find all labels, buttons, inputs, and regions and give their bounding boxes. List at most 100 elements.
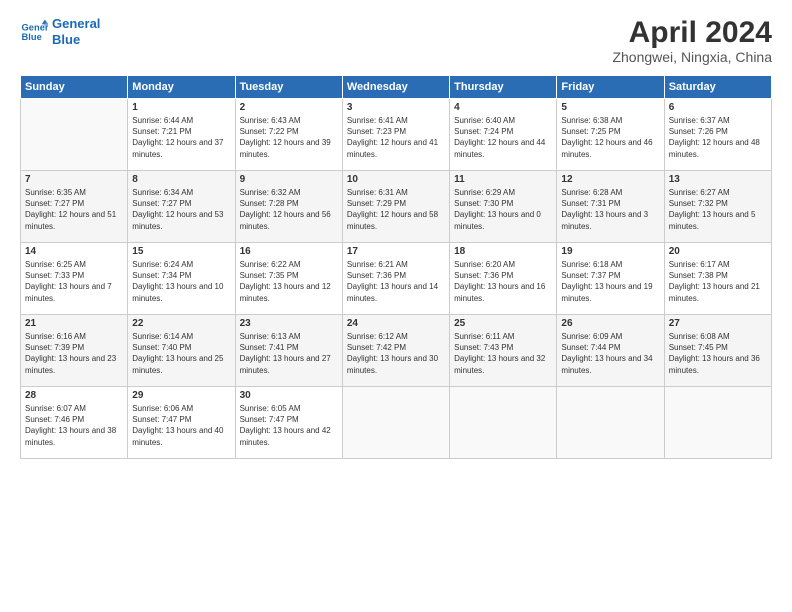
column-header-thursday: Thursday [450, 76, 557, 99]
day-cell: 9 Sunrise: 6:32 AMSunset: 7:28 PMDaylight… [235, 171, 342, 243]
day-number: 8 [132, 174, 230, 185]
day-cell: 7Sunrise: 6:35 AMSunset: 7:27 PMDaylight… [21, 171, 128, 243]
day-number: 11 [454, 174, 552, 185]
day-cell [664, 387, 771, 459]
day-info: Sunrise: 6:08 AMSunset: 7:45 PMDaylight:… [669, 331, 767, 376]
day-number: 28 [25, 390, 123, 401]
day-cell: 13 Sunrise: 6:27 AMSunset: 7:32 PMDayligh… [664, 171, 771, 243]
column-header-friday: Friday [557, 76, 664, 99]
day-info: Sunrise: 6:05 AMSunset: 7:47 PMDaylight:… [240, 403, 338, 448]
day-cell: 17 Sunrise: 6:21 AMSunset: 7:36 PMDayligh… [342, 243, 449, 315]
day-number: 13 [669, 174, 767, 185]
day-cell: 8 Sunrise: 6:34 AMSunset: 7:27 PMDaylight… [128, 171, 235, 243]
day-number: 6 [669, 102, 767, 113]
day-cell [450, 387, 557, 459]
week-row-5: 28 Sunrise: 6:07 AMSunset: 7:46 PMDayligh… [21, 387, 772, 459]
day-number: 5 [561, 102, 659, 113]
calendar-table: SundayMondayTuesdayWednesdayThursdayFrid… [20, 75, 772, 459]
day-number: 19 [561, 246, 659, 257]
day-info: Sunrise: 6:27 AMSunset: 7:32 PMDaylight:… [669, 187, 767, 232]
day-cell: 18 Sunrise: 6:20 AMSunset: 7:36 PMDayligh… [450, 243, 557, 315]
day-cell: 28 Sunrise: 6:07 AMSunset: 7:46 PMDayligh… [21, 387, 128, 459]
day-cell: 4 Sunrise: 6:40 AMSunset: 7:24 PMDaylight… [450, 99, 557, 171]
day-cell: 30 Sunrise: 6:05 AMSunset: 7:47 PMDayligh… [235, 387, 342, 459]
day-info: Sunrise: 6:38 AMSunset: 7:25 PMDaylight:… [561, 115, 659, 160]
day-info: Sunrise: 6:14 AMSunset: 7:40 PMDaylight:… [132, 331, 230, 376]
day-number: 22 [132, 318, 230, 329]
day-number: 12 [561, 174, 659, 185]
day-cell: 5 Sunrise: 6:38 AMSunset: 7:25 PMDaylight… [557, 99, 664, 171]
logo: General Blue GeneralBlue [20, 16, 100, 47]
day-info: Sunrise: 6:17 AMSunset: 7:38 PMDaylight:… [669, 259, 767, 304]
day-info: Sunrise: 6:16 AMSunset: 7:39 PMDaylight:… [25, 331, 123, 376]
title-block: April 2024 Zhongwei, Ningxia, China [612, 16, 772, 65]
day-number: 3 [347, 102, 445, 113]
day-cell: 11 Sunrise: 6:29 AMSunset: 7:30 PMDayligh… [450, 171, 557, 243]
day-cell: 25Sunrise: 6:11 AMSunset: 7:43 PMDayligh… [450, 315, 557, 387]
day-cell: 19 Sunrise: 6:18 AMSunset: 7:37 PMDayligh… [557, 243, 664, 315]
day-info: Sunrise: 6:31 AMSunset: 7:29 PMDaylight:… [347, 187, 445, 232]
subtitle: Zhongwei, Ningxia, China [612, 49, 772, 65]
day-cell: 6 Sunrise: 6:37 AMSunset: 7:26 PMDaylight… [664, 99, 771, 171]
page-header: General Blue GeneralBlue April 2024 Zhon… [20, 16, 772, 65]
day-number: 21 [25, 318, 123, 329]
day-cell: 20 Sunrise: 6:17 AMSunset: 7:38 PMDayligh… [664, 243, 771, 315]
day-number: 4 [454, 102, 552, 113]
day-info: Sunrise: 6:24 AMSunset: 7:34 PMDaylight:… [132, 259, 230, 304]
day-number: 18 [454, 246, 552, 257]
day-number: 26 [561, 318, 659, 329]
svg-text:Blue: Blue [22, 31, 42, 41]
day-cell: 26Sunrise: 6:09 AMSunset: 7:44 PMDayligh… [557, 315, 664, 387]
day-cell: 29Sunrise: 6:06 AMSunset: 7:47 PMDayligh… [128, 387, 235, 459]
day-info: Sunrise: 6:07 AMSunset: 7:46 PMDaylight:… [25, 403, 123, 448]
day-number: 7 [25, 174, 123, 185]
day-number: 23 [240, 318, 338, 329]
day-info: Sunrise: 6:34 AMSunset: 7:27 PMDaylight:… [132, 187, 230, 232]
day-number: 27 [669, 318, 767, 329]
day-cell: 2Sunrise: 6:43 AMSunset: 7:22 PMDaylight… [235, 99, 342, 171]
day-info: Sunrise: 6:32 AMSunset: 7:28 PMDaylight:… [240, 187, 338, 232]
day-cell: 21 Sunrise: 6:16 AMSunset: 7:39 PMDayligh… [21, 315, 128, 387]
day-number: 1 [132, 102, 230, 113]
day-info: Sunrise: 6:20 AMSunset: 7:36 PMDaylight:… [454, 259, 552, 304]
day-info: Sunrise: 6:44 AMSunset: 7:21 PMDaylight:… [132, 115, 230, 160]
day-info: Sunrise: 6:11 AMSunset: 7:43 PMDaylight:… [454, 331, 552, 376]
day-cell [557, 387, 664, 459]
day-cell: 14 Sunrise: 6:25 AMSunset: 7:33 PMDayligh… [21, 243, 128, 315]
day-cell: 24Sunrise: 6:12 AMSunset: 7:42 PMDayligh… [342, 315, 449, 387]
day-cell: 16Sunrise: 6:22 AMSunset: 7:35 PMDayligh… [235, 243, 342, 315]
day-cell [342, 387, 449, 459]
day-info: Sunrise: 6:21 AMSunset: 7:36 PMDaylight:… [347, 259, 445, 304]
day-info: Sunrise: 6:40 AMSunset: 7:24 PMDaylight:… [454, 115, 552, 160]
week-row-1: 1 Sunrise: 6:44 AMSunset: 7:21 PMDaylight… [21, 99, 772, 171]
day-number: 15 [132, 246, 230, 257]
column-header-tuesday: Tuesday [235, 76, 342, 99]
main-title: April 2024 [612, 16, 772, 49]
day-info: Sunrise: 6:18 AMSunset: 7:37 PMDaylight:… [561, 259, 659, 304]
day-number: 29 [132, 390, 230, 401]
day-cell: 3 Sunrise: 6:41 AMSunset: 7:23 PMDaylight… [342, 99, 449, 171]
day-number: 20 [669, 246, 767, 257]
day-info: Sunrise: 6:22 AMSunset: 7:35 PMDaylight:… [240, 259, 338, 304]
day-info: Sunrise: 6:37 AMSunset: 7:26 PMDaylight:… [669, 115, 767, 160]
day-cell [21, 99, 128, 171]
day-info: Sunrise: 6:25 AMSunset: 7:33 PMDaylight:… [25, 259, 123, 304]
day-cell: 10Sunrise: 6:31 AMSunset: 7:29 PMDayligh… [342, 171, 449, 243]
column-header-wednesday: Wednesday [342, 76, 449, 99]
column-header-sunday: Sunday [21, 76, 128, 99]
day-number: 30 [240, 390, 338, 401]
day-number: 14 [25, 246, 123, 257]
day-info: Sunrise: 6:13 AMSunset: 7:41 PMDaylight:… [240, 331, 338, 376]
calendar-page: General Blue GeneralBlue April 2024 Zhon… [0, 0, 792, 612]
day-info: Sunrise: 6:12 AMSunset: 7:42 PMDaylight:… [347, 331, 445, 376]
day-info: Sunrise: 6:41 AMSunset: 7:23 PMDaylight:… [347, 115, 445, 160]
day-cell: 22 Sunrise: 6:14 AMSunset: 7:40 PMDayligh… [128, 315, 235, 387]
day-cell: 23 Sunrise: 6:13 AMSunset: 7:41 PMDayligh… [235, 315, 342, 387]
day-info: Sunrise: 6:29 AMSunset: 7:30 PMDaylight:… [454, 187, 552, 232]
day-number: 9 [240, 174, 338, 185]
week-row-2: 7Sunrise: 6:35 AMSunset: 7:27 PMDaylight… [21, 171, 772, 243]
day-info: Sunrise: 6:28 AMSunset: 7:31 PMDaylight:… [561, 187, 659, 232]
week-row-3: 14 Sunrise: 6:25 AMSunset: 7:33 PMDayligh… [21, 243, 772, 315]
day-number: 17 [347, 246, 445, 257]
logo-text: GeneralBlue [52, 16, 100, 47]
